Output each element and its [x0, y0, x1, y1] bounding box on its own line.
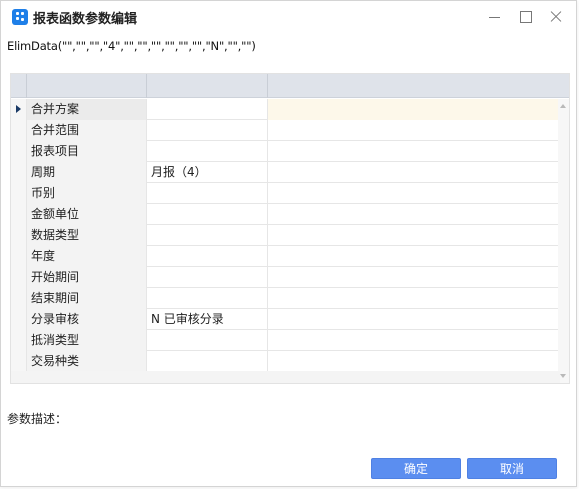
cancel-button[interactable]: 取消: [467, 458, 557, 479]
row-indicator: [11, 183, 27, 204]
description-label: 参数描述：: [7, 412, 68, 426]
scroll-up-icon[interactable]: [560, 103, 567, 110]
row-indicator: [11, 351, 27, 372]
scroll-down-icon[interactable]: [560, 373, 567, 380]
param-value-cell[interactable]: N 已审核分录: [147, 309, 268, 330]
app-grid-icon: [12, 9, 28, 25]
param-value-cell[interactable]: [147, 183, 268, 204]
param-extra-cell[interactable]: [268, 204, 559, 225]
param-extra-cell[interactable]: [268, 120, 559, 141]
table-row[interactable]: 数据类型: [11, 225, 559, 246]
header-desc-column[interactable]: [268, 74, 569, 98]
header-indicator-column: [11, 74, 27, 98]
grid-header: [11, 74, 569, 98]
row-indicator: [11, 246, 27, 267]
param-extra-cell[interactable]: [268, 141, 559, 162]
param-extra-cell[interactable]: [268, 330, 559, 351]
table-row[interactable]: 周期 月报（4）: [11, 162, 559, 183]
param-name-cell: 抵消类型: [27, 330, 147, 351]
maximize-icon[interactable]: [515, 6, 537, 28]
param-value-cell[interactable]: [147, 246, 268, 267]
param-name-cell: 币别: [27, 183, 147, 204]
param-name-cell: 数据类型: [27, 225, 147, 246]
formula-text: ElimData("","","","4","","","","","","",…: [7, 39, 256, 53]
row-indicator: [11, 162, 27, 183]
param-extra-cell[interactable]: [268, 183, 559, 204]
param-value-cell[interactable]: [147, 288, 268, 309]
ok-button[interactable]: 确定: [371, 458, 461, 479]
param-value-cell[interactable]: [147, 267, 268, 288]
parameter-grid: 合并方案 合并范围 报表项目 周期 月报（4） 币别 金额单位 数据类型 年度 开始期间 结束期间分…: [10, 73, 570, 384]
header-name-column[interactable]: [27, 74, 147, 98]
dialog-title: 报表函数参数编辑: [33, 12, 138, 27]
param-value-cell[interactable]: [147, 330, 268, 351]
param-name-cell: 合并范围: [27, 120, 147, 141]
table-row[interactable]: 年度: [11, 246, 559, 267]
param-extra-cell[interactable]: [268, 246, 559, 267]
param-value-cell[interactable]: [147, 351, 268, 372]
param-name-cell: 周期: [27, 162, 147, 183]
row-indicator: [11, 141, 27, 162]
param-name-cell: 报表项目: [27, 141, 147, 162]
param-name-cell: 合并方案: [27, 99, 147, 120]
table-row[interactable]: 报表项目: [11, 141, 559, 162]
param-extra-cell[interactable]: [268, 351, 559, 372]
table-row[interactable]: 抵消类型: [11, 330, 559, 351]
row-indicator: [11, 267, 27, 288]
param-name-cell: 结束期间: [27, 288, 147, 309]
param-name-cell: 年度: [27, 246, 147, 267]
param-name-cell: 开始期间: [27, 267, 147, 288]
row-indicator: [11, 288, 27, 309]
param-extra-cell[interactable]: [268, 225, 559, 246]
param-name-cell: 分录审核: [27, 309, 147, 330]
row-indicator: [11, 309, 27, 330]
param-editor-dialog: 报表函数参数编辑 ElimData("","","","4","","","",…: [0, 0, 577, 487]
table-row[interactable]: 金额单位: [11, 204, 559, 225]
param-value-cell[interactable]: [147, 141, 268, 162]
param-value-cell[interactable]: [147, 99, 268, 120]
row-indicator: [11, 225, 27, 246]
param-name-cell: 金额单位: [27, 204, 147, 225]
table-row[interactable]: 结束期间: [11, 288, 559, 309]
param-value-cell[interactable]: [147, 225, 268, 246]
current-row-pointer-icon: [16, 105, 21, 113]
table-row[interactable]: 合并范围: [11, 120, 559, 141]
grid-rows: 合并方案 合并范围 报表项目 周期 月报（4） 币别 金额单位 数据类型 年度 开始期间 结束期间分…: [11, 99, 559, 372]
param-extra-cell[interactable]: [268, 267, 559, 288]
table-row[interactable]: 币别: [11, 183, 559, 204]
param-name-cell: 交易种类: [27, 351, 147, 372]
param-extra-cell[interactable]: [268, 162, 559, 183]
row-indicator: [11, 120, 27, 141]
table-row[interactable]: 开始期间: [11, 267, 559, 288]
param-value-cell[interactable]: 月报（4）: [147, 162, 268, 183]
vertical-scrollbar[interactable]: [558, 99, 569, 383]
param-extra-cell[interactable]: [268, 309, 559, 330]
row-indicator: [11, 99, 27, 120]
row-indicator: [11, 204, 27, 225]
param-extra-cell[interactable]: [268, 288, 559, 309]
table-row[interactable]: 交易种类: [11, 351, 559, 372]
minimize-icon[interactable]: [484, 6, 506, 28]
param-value-cell[interactable]: [147, 120, 268, 141]
header-value-column[interactable]: [147, 74, 268, 98]
table-row[interactable]: 分录审核 N 已审核分录: [11, 309, 559, 330]
close-icon[interactable]: [546, 6, 568, 28]
param-extra-cell[interactable]: [268, 99, 559, 120]
param-value-cell[interactable]: [147, 204, 268, 225]
title-bar: 报表函数参数编辑: [1, 1, 576, 33]
table-row[interactable]: 合并方案: [11, 99, 559, 120]
horizontal-scroll-strip[interactable]: [11, 371, 560, 383]
row-indicator: [11, 330, 27, 351]
